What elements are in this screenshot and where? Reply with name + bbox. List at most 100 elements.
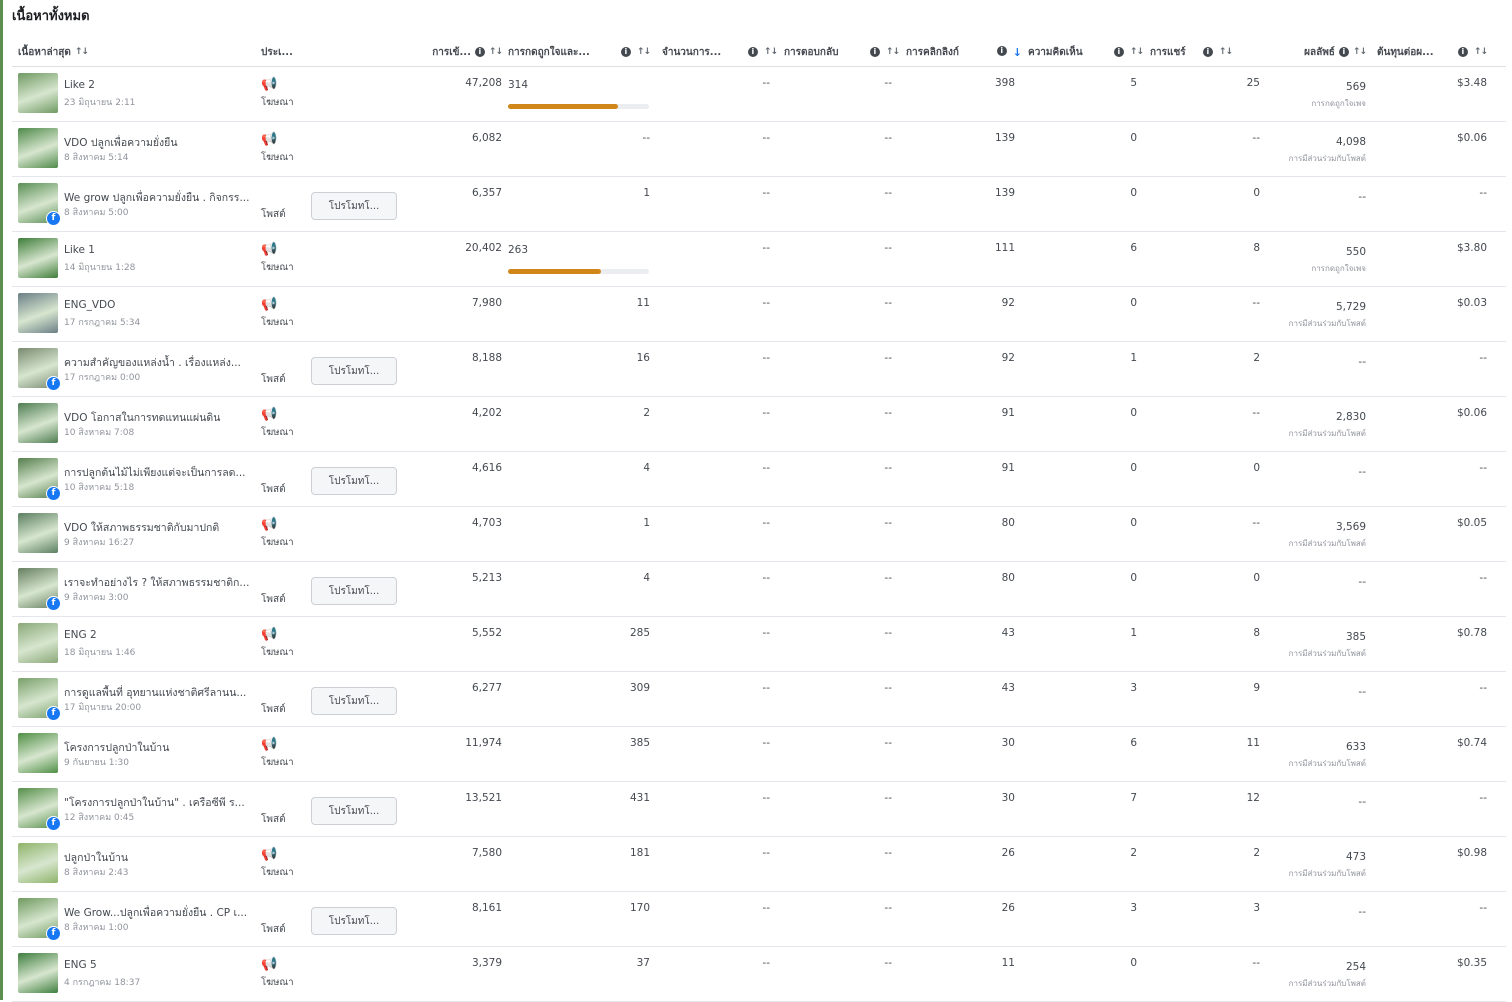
header-comments[interactable]: ความคิดเห็น i ↑↓ xyxy=(1028,38,1144,66)
header-engagement[interactable]: การกดถูกใจและ... i ↑↓ xyxy=(508,38,651,66)
header-shares[interactable]: การแชร์ i ↑↓ xyxy=(1150,38,1233,66)
post-title[interactable]: การดูแลพื้นที่ อุทยานแห่งชาติศรีลานน... xyxy=(64,684,254,701)
col3-value: -- xyxy=(762,407,770,419)
promote-post-button[interactable]: โปรโมทโ... xyxy=(311,797,397,825)
results-value: -- xyxy=(1358,686,1366,698)
table-row[interactable]: VDO ให้สภาพธรรมชาติกับมาปกติ 9 สิงหาคม 1… xyxy=(12,507,1506,562)
post-title[interactable]: ความสำคัญของแหล่งน้ำ . เรื่องแหล่ง... xyxy=(64,354,254,371)
table-row[interactable]: Like 2 23 มิถุนายน 2:11 📢 โฆษณา 47,208 3… xyxy=(12,67,1506,122)
sort-icon[interactable]: ↑↓ xyxy=(1353,47,1367,57)
comments-value: 3 xyxy=(1130,902,1137,914)
promote-post-button[interactable]: โปรโมทโ... xyxy=(311,577,397,605)
post-thumbnail[interactable] xyxy=(18,513,58,553)
post-title[interactable]: VDO ปลูกเพื่อความยั่งยืน xyxy=(64,134,254,151)
post-thumbnail[interactable] xyxy=(18,843,58,883)
type-ad: 📢 โฆษณา xyxy=(261,628,294,660)
table-row[interactable]: VDO ปลูกเพื่อความยั่งยืน 8 สิงหาคม 5:14 … xyxy=(12,122,1506,177)
header-content[interactable]: เนื้อหาล่าสุด ↑↓ xyxy=(18,38,89,66)
post-date: 8 สิงหาคม 2:43 xyxy=(64,868,129,878)
table-row[interactable]: ENG 2 18 มิถุนายน 1:46 📢 โฆษณา 5,552 285… xyxy=(12,617,1506,672)
type-label: โฆษณา xyxy=(261,647,294,658)
post-title[interactable]: Like 1 xyxy=(64,244,254,256)
info-icon[interactable]: i xyxy=(1202,47,1213,57)
table-row[interactable]: f การปลูกต้นไม้ไม่เพียงแต่จะเป็นการลด...… xyxy=(12,452,1506,507)
sort-icon[interactable]: ↑↓ xyxy=(1219,47,1233,57)
info-icon[interactable]: i xyxy=(620,47,631,57)
post-thumbnail[interactable] xyxy=(18,293,58,333)
header-clicks[interactable]: การคลิกลิงก์ i ↓ xyxy=(906,38,1022,66)
sort-icon[interactable]: ↑↓ xyxy=(764,47,778,57)
info-icon[interactable]: i xyxy=(1113,47,1124,57)
sort-icon[interactable]: ↑↓ xyxy=(75,47,89,57)
comments-value: 0 xyxy=(1130,297,1137,309)
table-row[interactable]: Like 1 14 มิถุนายน 1:28 📢 โฆษณา 20,402 2… xyxy=(12,232,1506,287)
header-reach[interactable]: การเข้... i ↑↓ xyxy=(407,38,503,66)
table-row[interactable]: ENG 5 4 กรกฎาคม 18:37 📢 โฆษณา 3,379 37 -… xyxy=(12,947,1506,1002)
post-title[interactable]: We Grow...ปลูกเพื่อความยั่งยืน . CP เ... xyxy=(64,904,254,921)
engagement-value: 385 xyxy=(629,737,650,749)
table-row[interactable]: ปลูกป่าในบ้าน 8 สิงหาคม 2:43 📢 โฆษณา 7,5… xyxy=(12,837,1506,892)
info-icon[interactable]: i xyxy=(1338,47,1349,57)
post-thumbnail[interactable] xyxy=(18,953,58,993)
post-title[interactable]: VDO ให้สภาพธรรมชาติกับมาปกติ xyxy=(64,519,254,536)
info-icon[interactable]: i xyxy=(1457,47,1468,57)
post-title[interactable]: การปลูกต้นไม้ไม่เพียงแต่จะเป็นการลด... xyxy=(64,464,254,481)
promote-post-button[interactable]: โปรโมทโ... xyxy=(311,357,397,385)
comments-value: 0 xyxy=(1130,187,1137,199)
table-row[interactable]: f เราจะทำอย่างไร ? ให้สภาพธรรมชาติก... 9… xyxy=(12,562,1506,617)
info-icon[interactable]: i xyxy=(996,45,1007,56)
sort-icon[interactable]: ↑↓ xyxy=(637,47,651,57)
sort-icon[interactable]: ↑↓ xyxy=(886,47,900,57)
header-type[interactable]: ประเ... xyxy=(261,38,293,66)
header-col3[interactable]: จำนวนการ... i ↑↓ xyxy=(662,38,778,66)
table-row[interactable]: f We Grow...ปลูกเพื่อความยั่งยืน . CP เ.… xyxy=(12,892,1506,947)
table-row[interactable]: f "โครงการปลูกป่าในบ้าน" . เครือซีพี ร..… xyxy=(12,782,1506,837)
reach-value: 7,980 xyxy=(471,297,502,309)
results-label: การมีส่วนร่วมกับโพสต์ xyxy=(1288,979,1366,988)
promote-post-button[interactable]: โปรโมทโ... xyxy=(311,687,397,715)
sort-icon[interactable]: ↑↓ xyxy=(1474,47,1488,57)
post-title[interactable]: เราจะทำอย่างไร ? ให้สภาพธรรมชาติก... xyxy=(64,574,254,591)
post-thumbnail[interactable] xyxy=(18,238,58,278)
table-row[interactable]: f ความสำคัญของแหล่งน้ำ . เรื่องแหล่ง... … xyxy=(12,342,1506,397)
results-label: การมีส่วนร่วมกับโพสต์ xyxy=(1288,319,1366,328)
type-label: โพสต์ xyxy=(261,924,286,935)
post-title[interactable]: โครงการปลูกป่าในบ้าน xyxy=(64,739,254,756)
info-icon[interactable]: i xyxy=(747,47,758,57)
sort-icon[interactable]: ↑↓ xyxy=(1130,47,1144,57)
post-thumbnail[interactable] xyxy=(18,733,58,773)
post-title[interactable]: VDO โอกาสในการทดแทนแผ่นดิน xyxy=(64,409,254,426)
promote-post-button[interactable]: โปรโมทโ... xyxy=(311,907,397,935)
cost-value: -- xyxy=(1479,682,1487,694)
post-thumbnail[interactable] xyxy=(18,403,58,443)
info-icon[interactable]: i xyxy=(474,47,485,57)
post-title[interactable]: ปลูกป่าในบ้าน xyxy=(64,849,254,866)
post-title[interactable]: Like 2 xyxy=(64,79,254,91)
promote-post-button[interactable]: โปรโมทโ... xyxy=(311,192,397,220)
post-title[interactable]: "โครงการปลูกป่าในบ้าน" . เครือซีพี ร... xyxy=(64,794,254,811)
post-title[interactable]: ENG_VDO xyxy=(64,299,254,311)
facebook-icon: f xyxy=(46,926,61,941)
post-thumbnail[interactable] xyxy=(18,128,58,168)
comments-value: 0 xyxy=(1130,572,1137,584)
post-title[interactable]: ENG 2 xyxy=(64,629,254,641)
promote-post-button[interactable]: โปรโมทโ... xyxy=(311,467,397,495)
post-thumbnail[interactable] xyxy=(18,623,58,663)
header-cost[interactable]: ต้นทุนต่อผ... i ↑↓ xyxy=(1377,38,1488,66)
post-title[interactable]: We grow ปลูกเพื่อความยั่งยืน . กิจกรร... xyxy=(64,189,254,206)
header-col4[interactable]: การตอบกลับ i ↑↓ xyxy=(784,38,900,66)
table-row[interactable]: f We grow ปลูกเพื่อความยั่งยืน . กิจกรร.… xyxy=(12,177,1506,232)
sort-icon[interactable]: ↑↓ xyxy=(489,47,503,57)
post-title[interactable]: ENG 5 xyxy=(64,959,254,971)
info-icon[interactable]: i xyxy=(869,47,880,57)
post-thumbnail[interactable] xyxy=(18,73,58,113)
arrow-down-icon[interactable]: ↓ xyxy=(1013,46,1022,59)
table-row[interactable]: โครงการปลูกป่าในบ้าน 9 กันยายน 1:30 📢 โฆ… xyxy=(12,727,1506,782)
table-row[interactable]: f การดูแลพื้นที่ อุทยานแห่งชาติศรีลานน..… xyxy=(12,672,1506,727)
col3-value: -- xyxy=(762,517,770,529)
table-row[interactable]: ENG_VDO 17 กรกฎาคม 5:34 📢 โฆษณา 7,980 11… xyxy=(12,287,1506,342)
table-row[interactable]: VDO โอกาสในการทดแทนแผ่นดิน 10 สิงหาคม 7:… xyxy=(12,397,1506,452)
link-clicks-value: 91 xyxy=(1001,407,1015,419)
header-results[interactable]: ผลลัพธ์ i ↑↓ xyxy=(1252,38,1367,66)
engagement-value: 431 xyxy=(629,792,650,804)
